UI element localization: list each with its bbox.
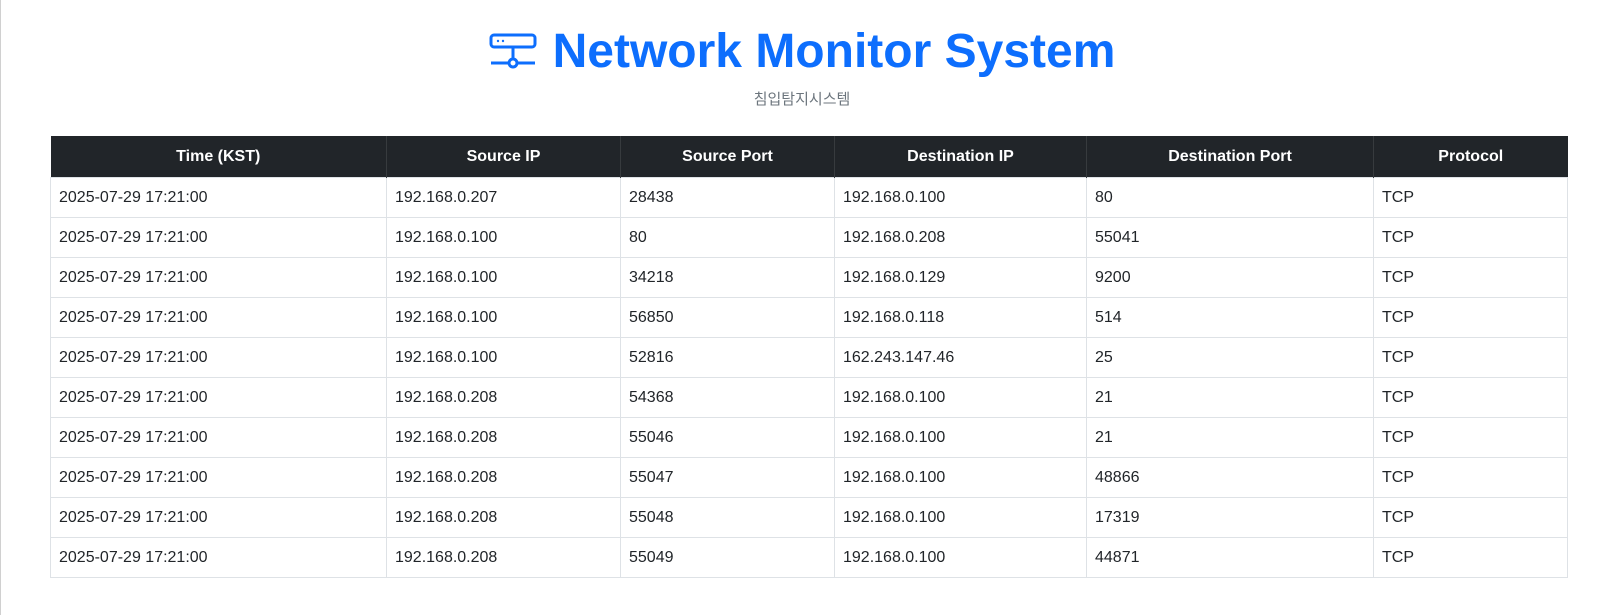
table-row[interactable]: 2025-07-29 17:21:00 192.168.0.100 52816 162… xyxy=(50,337,1568,378)
column-header-destination-ip[interactable]: Destination IP xyxy=(834,136,1087,178)
cell-source-ip: 192.168.0.208 xyxy=(386,537,621,578)
cell-protocol: TCP xyxy=(1373,337,1568,378)
cell-destination-port: 17319 xyxy=(1086,497,1374,538)
cell-source-ip: 192.168.0.100 xyxy=(386,217,621,258)
cell-source-port: 55047 xyxy=(620,457,835,498)
cell-source-ip: 192.168.0.100 xyxy=(386,337,621,378)
cell-source-port: 55046 xyxy=(620,417,835,458)
traffic-table-container: Time (KST) Source IP Source Port Destina… xyxy=(50,136,1568,578)
cell-protocol: TCP xyxy=(1373,177,1568,218)
cell-source-port: 56850 xyxy=(620,297,835,338)
cell-time: 2025-07-29 17:21:00 xyxy=(50,457,387,498)
cell-source-ip: 192.168.0.100 xyxy=(386,297,621,338)
cell-destination-port: 21 xyxy=(1086,377,1374,418)
table-row[interactable]: 2025-07-29 17:21:00 192.168.0.207 28438 192… xyxy=(50,177,1568,218)
table-row[interactable]: 2025-07-29 17:21:00 192.168.0.208 55048 192… xyxy=(50,497,1568,538)
cell-source-port: 55048 xyxy=(620,497,835,538)
cell-destination-port: 514 xyxy=(1086,297,1374,338)
column-header-source-ip[interactable]: Source IP xyxy=(386,136,621,178)
cell-destination-ip: 192.168.0.100 xyxy=(834,497,1087,538)
cell-source-ip: 192.168.0.100 xyxy=(386,257,621,298)
cell-time: 2025-07-29 17:21:00 xyxy=(50,297,387,338)
cell-destination-port: 21 xyxy=(1086,417,1374,458)
table-row[interactable]: 2025-07-29 17:21:00 192.168.0.208 55047 192… xyxy=(50,457,1568,498)
cell-protocol: TCP xyxy=(1373,257,1568,298)
table-header: Time (KST) Source IP Source Port Destina… xyxy=(50,136,1568,178)
cell-protocol: TCP xyxy=(1373,377,1568,418)
cell-source-ip: 192.168.0.207 xyxy=(386,177,621,218)
column-header-source-port[interactable]: Source Port xyxy=(620,136,835,178)
table-body: 2025-07-29 17:21:00 192.168.0.207 28438 192… xyxy=(50,177,1568,578)
cell-time: 2025-07-29 17:21:00 xyxy=(50,497,387,538)
cell-source-port: 55049 xyxy=(620,537,835,578)
cell-destination-ip: 192.168.0.100 xyxy=(834,377,1087,418)
page-header: Network Monitor System 침입탐지시스템 xyxy=(1,22,1602,109)
cell-destination-port: 48866 xyxy=(1086,457,1374,498)
column-header-destination-port[interactable]: Destination Port xyxy=(1086,136,1374,178)
page: Network Monitor System 침입탐지시스템 Time (KST… xyxy=(0,0,1602,615)
cell-time: 2025-07-29 17:21:00 xyxy=(50,417,387,458)
cell-destination-ip: 192.168.0.100 xyxy=(834,177,1087,218)
cell-destination-port: 9200 xyxy=(1086,257,1374,298)
cell-protocol: TCP xyxy=(1373,457,1568,498)
cell-source-port: 34218 xyxy=(620,257,835,298)
column-header-protocol[interactable]: Protocol xyxy=(1373,136,1568,178)
table-row[interactable]: 2025-07-29 17:21:00 192.168.0.100 56850 192… xyxy=(50,297,1568,338)
cell-destination-port: 44871 xyxy=(1086,537,1374,578)
cell-protocol: TCP xyxy=(1373,497,1568,538)
page-subtitle: 침입탐지시스템 xyxy=(753,90,851,108)
cell-protocol: TCP xyxy=(1373,297,1568,338)
server-network-icon xyxy=(489,32,537,72)
cell-destination-port: 25 xyxy=(1086,337,1374,378)
cell-source-ip: 192.168.0.208 xyxy=(386,377,621,418)
column-header-time[interactable]: Time (KST) xyxy=(50,136,387,178)
cell-time: 2025-07-29 17:21:00 xyxy=(50,537,387,578)
table-row[interactable]: 2025-07-29 17:21:00 192.168.0.208 55046 192… xyxy=(50,417,1568,458)
cell-protocol: TCP xyxy=(1373,417,1568,458)
cell-time: 2025-07-29 17:21:00 xyxy=(50,177,387,218)
cell-time: 2025-07-29 17:21:00 xyxy=(50,377,387,418)
cell-destination-ip: 192.168.0.100 xyxy=(834,457,1087,498)
cell-source-ip: 192.168.0.208 xyxy=(386,497,621,538)
table-row[interactable]: 2025-07-29 17:21:00 192.168.0.100 80 192.16… xyxy=(50,217,1568,258)
page-title: Network Monitor System xyxy=(552,25,1116,78)
cell-protocol: TCP xyxy=(1373,537,1568,578)
cell-source-port: 54368 xyxy=(620,377,835,418)
cell-destination-ip: 192.168.0.129 xyxy=(834,257,1087,298)
cell-source-ip: 192.168.0.208 xyxy=(386,457,621,498)
table-row[interactable]: 2025-07-29 17:21:00 192.168.0.208 54368 192… xyxy=(50,377,1568,418)
title-row: Network Monitor System xyxy=(489,22,1116,82)
table-row[interactable]: 2025-07-29 17:21:00 192.168.0.100 34218 192… xyxy=(50,257,1568,298)
cell-time: 2025-07-29 17:21:00 xyxy=(50,257,387,298)
cell-destination-port: 80 xyxy=(1086,177,1374,218)
cell-time: 2025-07-29 17:21:00 xyxy=(50,337,387,378)
cell-source-ip: 192.168.0.208 xyxy=(386,417,621,458)
cell-destination-port: 55041 xyxy=(1086,217,1374,258)
traffic-table: Time (KST) Source IP Source Port Destina… xyxy=(50,136,1568,578)
cell-destination-ip: 192.168.0.118 xyxy=(834,297,1087,338)
cell-time: 2025-07-29 17:21:00 xyxy=(50,217,387,258)
cell-destination-ip: 192.168.0.100 xyxy=(834,417,1087,458)
cell-source-port: 80 xyxy=(620,217,835,258)
cell-protocol: TCP xyxy=(1373,217,1568,258)
cell-destination-ip: 192.168.0.100 xyxy=(834,537,1087,578)
cell-source-port: 28438 xyxy=(620,177,835,218)
table-row[interactable]: 2025-07-29 17:21:00 192.168.0.208 55049 192… xyxy=(50,537,1568,578)
cell-destination-ip: 162.243.147.46 xyxy=(834,337,1087,378)
header-row: Time (KST) Source IP Source Port Destina… xyxy=(50,136,1568,178)
cell-destination-ip: 192.168.0.208 xyxy=(834,217,1087,258)
cell-source-port: 52816 xyxy=(620,337,835,378)
